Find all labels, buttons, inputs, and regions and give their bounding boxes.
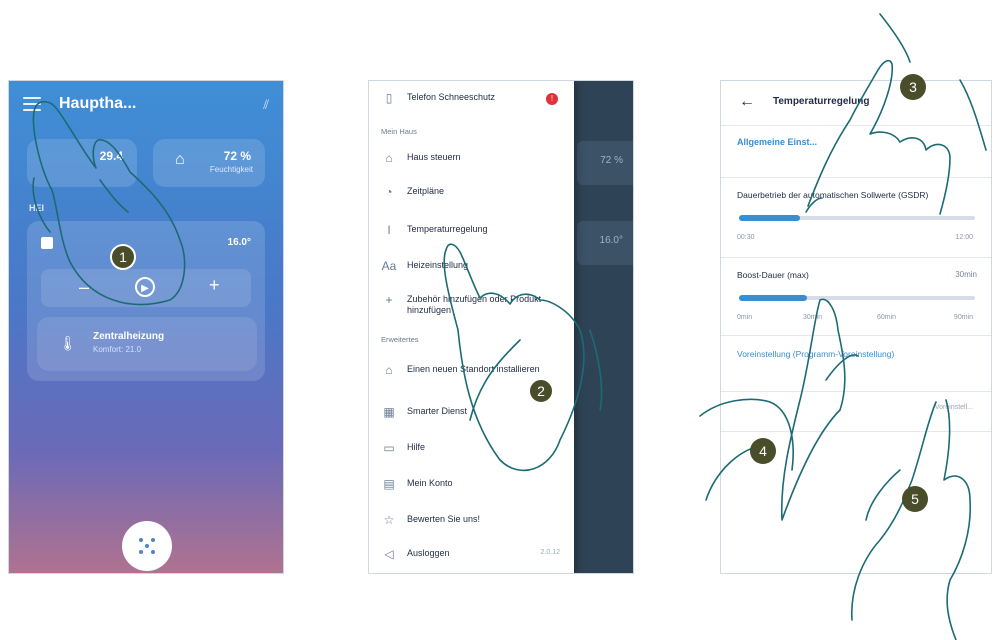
step-callout-3: 3 xyxy=(900,74,926,100)
hand-3-icon xyxy=(807,59,951,215)
step-callout-1: 1 xyxy=(110,244,136,270)
hand-4-icon xyxy=(780,298,846,521)
hand-5-icon xyxy=(851,399,972,640)
step-callout-4: 4 xyxy=(750,438,776,464)
hand-1-icon xyxy=(32,100,186,306)
step-callout-5: 5 xyxy=(902,486,928,512)
hand-2-icon xyxy=(443,243,585,472)
step-callout-2: 2 xyxy=(528,378,554,404)
hand-illustrations xyxy=(32,13,987,640)
